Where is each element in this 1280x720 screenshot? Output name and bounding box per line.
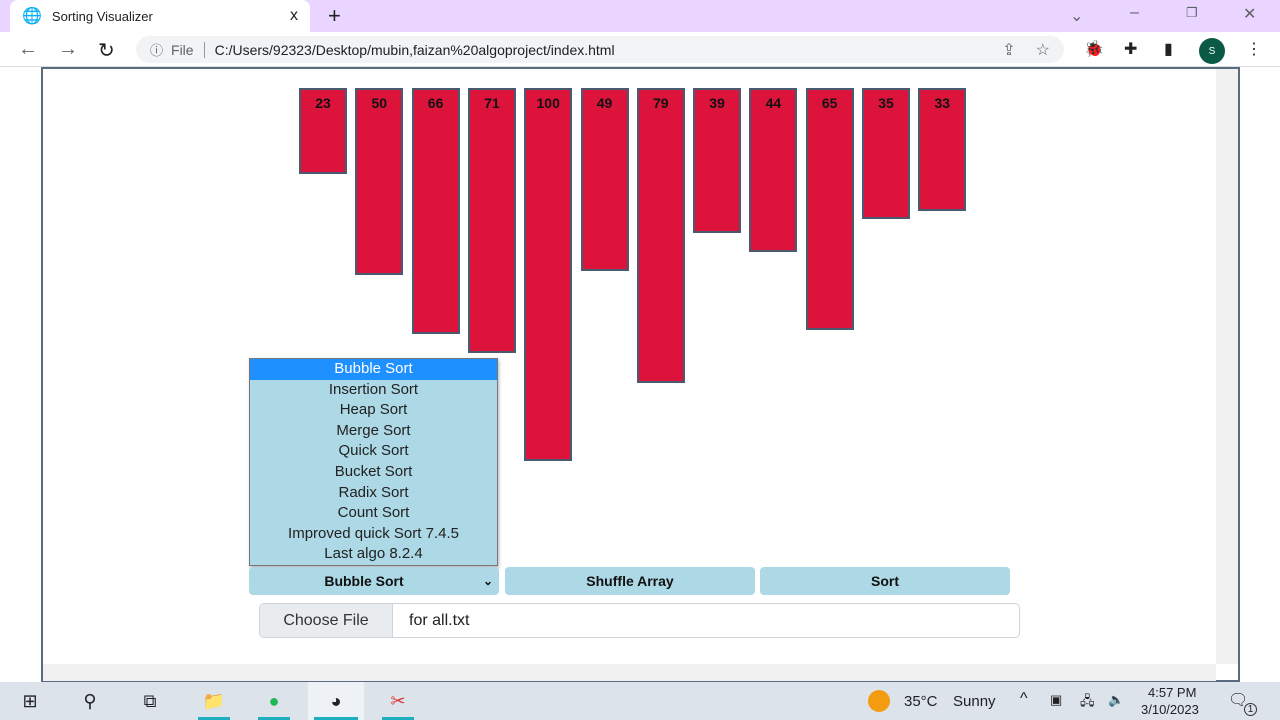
network-icon[interactable]: 🖧: [1080, 692, 1095, 714]
tab-title: Sorting Visualizer: [51, 8, 153, 24]
clock-time[interactable]: 4:57 PM: [1148, 685, 1196, 700]
array-bar: 49: [580, 88, 629, 271]
array-bar: 50: [355, 88, 404, 275]
horizontal-scrollbar[interactable]: [43, 664, 1216, 681]
reload-icon[interactable]: ↻: [98, 38, 115, 63]
minimize-icon[interactable]: –: [1130, 4, 1139, 22]
dropdown-option[interactable]: Improved quick Sort 7.4.5: [250, 524, 497, 545]
algorithm-select[interactable]: Bubble Sort ⌄: [249, 567, 499, 595]
back-icon[interactable]: ←: [18, 38, 38, 61]
file-explorer-icon[interactable]: 📁: [192, 682, 236, 720]
tab-close-button[interactable]: x: [290, 7, 298, 25]
array-bar: 66: [411, 88, 460, 335]
array-bar: 33: [918, 88, 967, 212]
close-window-icon[interactable]: ✕: [1243, 4, 1256, 24]
dropdown-option[interactable]: Radix Sort: [250, 483, 497, 504]
selected-algorithm: Bubble Sort: [324, 573, 404, 589]
array-bar: 71: [467, 88, 516, 353]
chrome-icon[interactable]: ◕: [308, 682, 364, 720]
windows-start-icon[interactable]: ⊞: [8, 682, 52, 720]
notification-count: 1: [1244, 703, 1257, 716]
dropdown-option[interactable]: Merge Sort: [250, 421, 497, 442]
extension-bug-icon[interactable]: 🐞: [1084, 39, 1104, 59]
star-icon[interactable]: ☆: [1036, 40, 1050, 60]
sort-button[interactable]: Sort: [760, 567, 1010, 595]
chevron-down-icon: ⌄: [482, 574, 493, 588]
url-text[interactable]: C:/Users/92323/Desktop/mubin,faizan%20al…: [215, 42, 1003, 58]
volume-icon[interactable]: 🔈: [1108, 692, 1124, 708]
dropdown-option[interactable]: Bucket Sort: [250, 462, 497, 483]
file-name: for all.txt: [409, 611, 470, 629]
shuffle-array-button[interactable]: Shuffle Array: [505, 567, 755, 595]
array-bar: 35: [862, 88, 910, 219]
spotify-icon[interactable]: ●: [252, 682, 296, 720]
dropdown-option[interactable]: Insertion Sort: [250, 380, 497, 401]
search-icon[interactable]: ⚲: [68, 682, 112, 720]
weather-icon: [868, 690, 890, 712]
clock-date[interactable]: 3/10/2023: [1141, 702, 1199, 717]
address-bar[interactable]: ⓘ File C:/Users/92323/Desktop/mubin,faiz…: [136, 36, 1064, 63]
vertical-scrollbar[interactable]: [1216, 69, 1238, 664]
array-bar: 39: [693, 88, 742, 234]
tray-chevron-icon[interactable]: ^: [1020, 690, 1028, 708]
meet-icon[interactable]: ▣: [1050, 692, 1062, 708]
forward-icon[interactable]: →: [58, 38, 78, 61]
array-bar: 100: [524, 88, 573, 461]
file-input[interactable]: Choose File for all.txt: [259, 603, 1020, 638]
tab-search-icon[interactable]: ⌄: [1070, 6, 1083, 26]
array-bar: 23: [299, 88, 347, 174]
snipping-tool-icon[interactable]: ✂: [376, 682, 420, 720]
new-tab-button[interactable]: +: [328, 3, 341, 29]
info-icon: ⓘ: [150, 43, 164, 58]
side-panel-icon[interactable]: ▮: [1164, 39, 1173, 59]
choose-file-button[interactable]: Choose File: [260, 604, 393, 637]
algorithm-dropdown-list[interactable]: Bubble Sort Insertion Sort Heap Sort Merge …: [249, 358, 498, 566]
dropdown-option[interactable]: Heap Sort: [250, 400, 497, 421]
dropdown-option[interactable]: Bubble Sort: [250, 359, 497, 380]
dropdown-option[interactable]: Last algo 8.2.4: [250, 544, 497, 565]
array-bar: 79: [636, 88, 685, 383]
restore-icon[interactable]: ❐: [1186, 5, 1198, 21]
dropdown-option[interactable]: Quick Sort: [250, 441, 497, 462]
task-view-icon[interactable]: ⧉: [128, 682, 172, 720]
browser-tab[interactable]: 🌐 Sorting Visualizer x: [10, 0, 310, 32]
globe-icon: 🌐: [22, 8, 42, 25]
address-prefix: File: [171, 41, 194, 58]
dropdown-option[interactable]: Count Sort: [250, 503, 497, 524]
temperature[interactable]: 35°C: [904, 693, 938, 710]
array-bar: 44: [749, 88, 798, 253]
divider: [203, 41, 205, 58]
menu-icon[interactable]: ⋮: [1246, 39, 1262, 59]
share-icon[interactable]: ⇪: [1002, 40, 1015, 60]
profile-avatar[interactable]: S: [1199, 38, 1225, 64]
extensions-icon[interactable]: ✚: [1124, 39, 1137, 59]
array-bar: 65: [805, 88, 854, 331]
weather-text[interactable]: Sunny: [953, 693, 996, 710]
